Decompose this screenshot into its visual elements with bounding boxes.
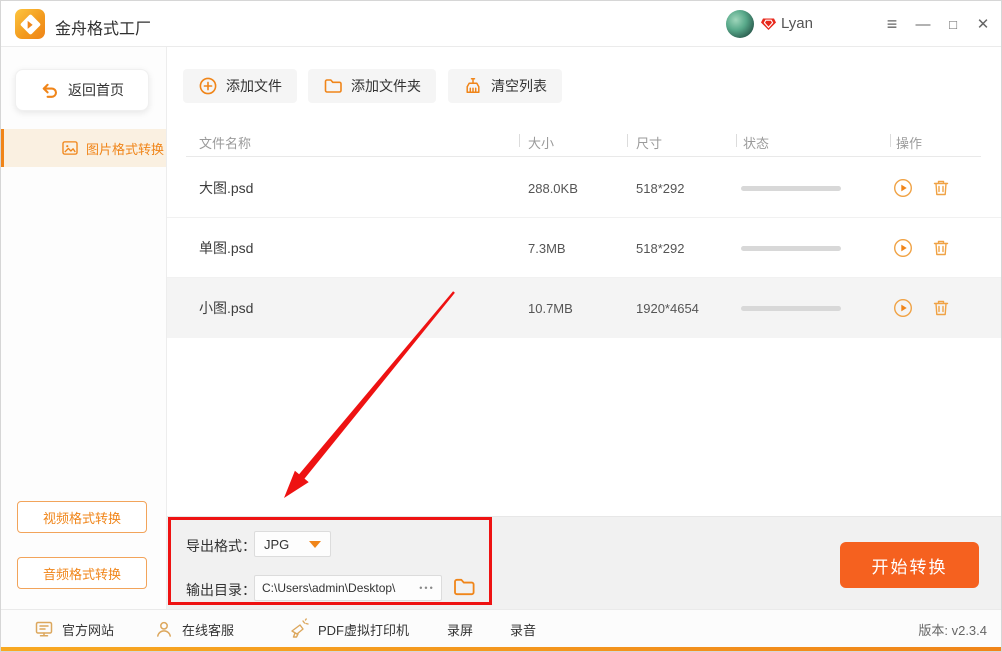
open-folder-icon[interactable] xyxy=(452,575,476,599)
format-value: JPG xyxy=(264,537,289,552)
bottom-accent-strip xyxy=(1,647,1001,651)
file-dimensions: 518*292 xyxy=(636,218,684,278)
monitor-icon xyxy=(34,619,54,639)
header-divider xyxy=(890,134,891,147)
progress-bar xyxy=(741,186,841,191)
progress-bar xyxy=(741,306,841,311)
close-button[interactable]: ✕ xyxy=(969,1,997,47)
video-convert-button[interactable]: 视频格式转换 xyxy=(17,501,147,533)
footer: 官方网站 在线客服 PDF虚拟打印机 录屏 xyxy=(1,609,1001,647)
table-row[interactable]: 小图.psd 10.7MB 1920*4654 xyxy=(167,278,1001,338)
file-size: 7.3MB xyxy=(528,218,566,278)
header-dimensions: 尺寸 xyxy=(636,133,662,152)
trash-icon[interactable] xyxy=(931,298,951,318)
header-status: 状态 xyxy=(743,133,769,152)
person-icon xyxy=(154,619,174,639)
screen-record-label: 录屏 xyxy=(447,620,473,639)
play-convert-icon[interactable] xyxy=(893,178,913,198)
table-row[interactable]: 大图.psd 288.0KB 518*292 xyxy=(167,158,1001,218)
back-home-button[interactable]: 返回首页 xyxy=(15,69,149,111)
start-convert-button[interactable]: 开始转换 xyxy=(840,542,979,588)
back-home-label: 返回首页 xyxy=(68,80,124,100)
menu-button[interactable]: ≡ xyxy=(878,1,906,47)
version-label: 版本: v2.3.4 xyxy=(918,610,987,648)
file-size: 10.7MB xyxy=(528,278,573,338)
table-row[interactable]: 单图.psd 7.3MB 518*292 xyxy=(167,218,1001,278)
clear-list-label: 清空列表 xyxy=(491,76,547,96)
file-size: 288.0KB xyxy=(528,158,578,218)
app-title: 金舟格式工厂 xyxy=(55,15,151,39)
official-website-link[interactable]: 官方网站 xyxy=(34,610,114,648)
clear-list-button[interactable]: 清空列表 xyxy=(448,69,562,103)
minimize-button[interactable]: — xyxy=(909,1,937,47)
export-format-label: 导出格式： xyxy=(186,536,256,556)
add-folder-label: 添加文件夹 xyxy=(351,76,421,96)
export-panel: 导出格式： JPG 输出目录： C:\Users\admin\Desktop\ … xyxy=(167,516,1001,611)
folder-icon xyxy=(323,76,343,96)
output-path-field[interactable]: C:\Users\admin\Desktop\ ••• xyxy=(254,575,442,601)
user-avatar[interactable] xyxy=(726,10,754,38)
header-divider xyxy=(519,134,520,147)
header-filename: 文件名称 xyxy=(199,133,251,152)
screen-record-link[interactable]: 录屏 xyxy=(447,610,473,648)
format-dropdown[interactable]: JPG xyxy=(254,531,331,557)
maximize-button[interactable]: □ xyxy=(939,1,967,47)
online-support-label: 在线客服 xyxy=(182,620,234,639)
app-logo-icon xyxy=(15,9,45,39)
add-file-label: 添加文件 xyxy=(226,76,282,96)
image-icon xyxy=(61,139,79,157)
browse-dots-button[interactable]: ••• xyxy=(413,583,441,593)
vip-gem-icon xyxy=(760,16,777,32)
pdf-printer-link[interactable]: PDF虚拟打印机 xyxy=(288,610,409,648)
circle-plus-icon xyxy=(198,76,218,96)
header-divider xyxy=(736,134,737,147)
chevron-down-icon xyxy=(309,541,321,548)
sidebar-item-image-convert[interactable]: 图片格式转换 xyxy=(1,129,166,167)
play-convert-icon[interactable] xyxy=(893,238,913,258)
trash-icon[interactable] xyxy=(931,178,951,198)
file-name: 单图.psd xyxy=(199,218,253,278)
play-convert-icon[interactable] xyxy=(893,298,913,318)
broom-icon xyxy=(463,76,483,96)
top-bar: 金舟格式工厂 Lyan ≡ — □ ✕ xyxy=(1,1,1001,47)
username[interactable]: Lyan xyxy=(781,15,813,32)
header-divider xyxy=(627,134,628,147)
sidebar-item-label: 图片格式转换 xyxy=(86,139,164,158)
app-window: 金舟格式工厂 Lyan ≡ — □ ✕ 返回首页 xyxy=(0,0,1002,652)
header-operations: 操作 xyxy=(896,133,922,152)
sidebar: 返回首页 图片格式转换 视频格式转换 音频格式转换 xyxy=(1,47,167,609)
add-folder-button[interactable]: 添加文件夹 xyxy=(308,69,436,103)
table-header: 文件名称 大小 尺寸 状态 操作 xyxy=(167,126,1001,157)
pdf-printer-label: PDF虚拟打印机 xyxy=(318,620,409,639)
file-name: 小图.psd xyxy=(199,278,253,338)
online-support-link[interactable]: 在线客服 xyxy=(154,610,234,648)
output-dir-label: 输出目录： xyxy=(186,580,256,600)
output-path-value: C:\Users\admin\Desktop\ xyxy=(255,581,413,595)
progress-bar xyxy=(741,246,841,251)
audio-record-link[interactable]: 录音 xyxy=(510,610,536,648)
active-indicator xyxy=(1,129,4,167)
file-dimensions: 1920*4654 xyxy=(636,278,699,338)
undo-arrow-icon xyxy=(40,81,59,100)
official-website-label: 官方网站 xyxy=(62,620,114,639)
trash-icon[interactable] xyxy=(931,238,951,258)
spray-gun-icon xyxy=(288,618,310,640)
audio-record-label: 录音 xyxy=(510,620,536,639)
header-size: 大小 xyxy=(528,133,554,152)
file-dimensions: 518*292 xyxy=(636,158,684,218)
file-name: 大图.psd xyxy=(199,158,253,218)
add-file-button[interactable]: 添加文件 xyxy=(183,69,297,103)
audio-convert-button[interactable]: 音频格式转换 xyxy=(17,557,147,589)
